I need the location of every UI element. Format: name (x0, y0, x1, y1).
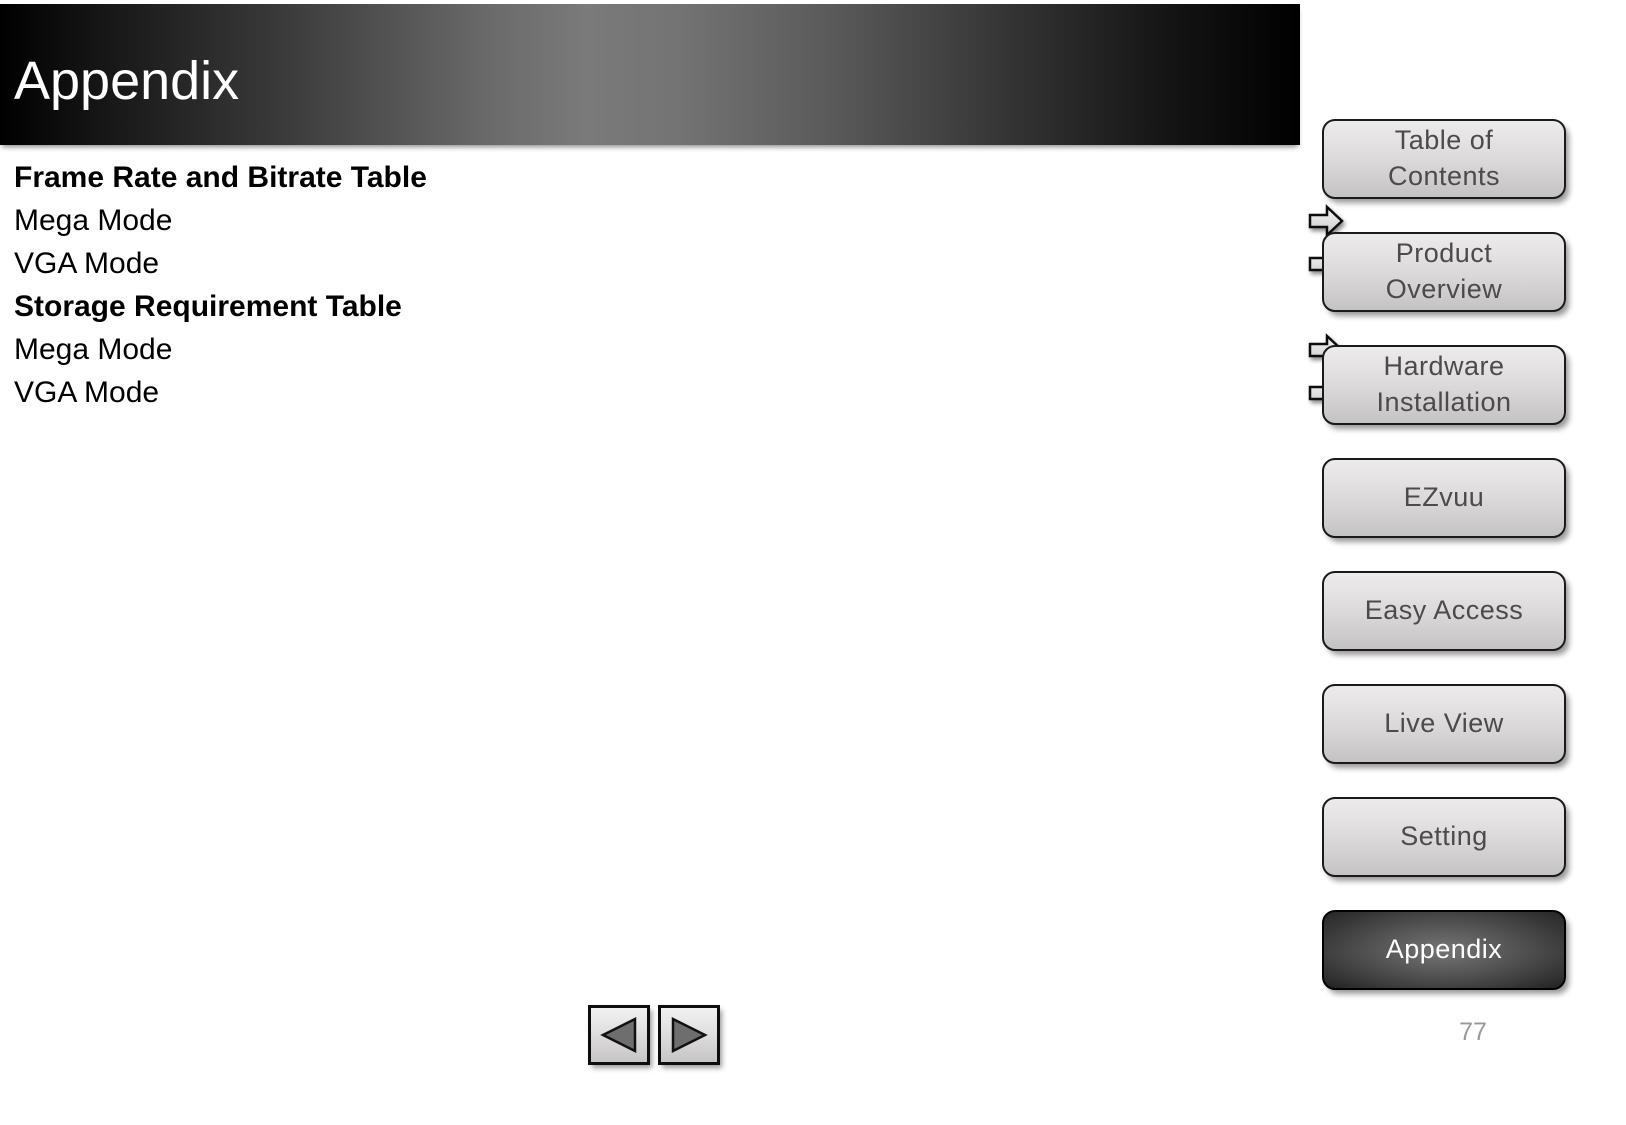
previous-slide-button[interactable] (588, 1005, 650, 1065)
sidebar-item-label: Product Overview (1385, 238, 1503, 304)
sidebar-item-label: Setting (1400, 821, 1488, 852)
sidebar-item-setting[interactable]: Setting (1322, 797, 1566, 877)
triangle-left-icon (599, 1015, 639, 1055)
sidebar-item-label: Easy Access (1364, 595, 1524, 626)
list-item-label: Mega Mode (14, 333, 173, 366)
list-item-label: Mega Mode (14, 204, 173, 237)
section-navigation-sidebar: Table of Contents Product Overview Hardwar… (1322, 0, 1618, 1125)
slide-title-banner: Appendix (0, 4, 1300, 145)
list-item: Storage Requirement Table (14, 285, 1244, 328)
sidebar-item-live-view[interactable]: Live View (1322, 684, 1566, 764)
list-item: Frame Rate and Bitrate Table (14, 156, 1244, 199)
slide-pager (588, 1005, 720, 1065)
slide-canvas: Appendix Frame Rate and Bitrate Table Meg… (0, 0, 1626, 1125)
list-item-label: VGA Mode (14, 247, 160, 280)
sidebar-item-product-overview[interactable]: Product Overview (1322, 232, 1566, 312)
sidebar-item-hardware-installation[interactable]: Hardware Installation (1322, 345, 1566, 425)
sidebar-item-label: Appendix (1385, 934, 1503, 965)
list-item[interactable]: VGA Mode (14, 242, 1344, 285)
next-slide-button[interactable] (658, 1005, 720, 1065)
list-item-label: Storage Requirement Table (14, 290, 402, 323)
list-item-label: VGA Mode (14, 376, 160, 409)
triangle-right-icon (669, 1015, 709, 1055)
sidebar-item-label: Table of Contents (1387, 125, 1501, 191)
sidebar-item-easy-access[interactable]: Easy Access (1322, 571, 1566, 651)
sidebar-item-table-of-contents[interactable]: Table of Contents (1322, 119, 1566, 199)
sidebar-item-label: Live View (1384, 708, 1504, 739)
list-item[interactable]: VGA Mode (14, 371, 1344, 414)
sidebar-item-label: Hardware Installation (1376, 351, 1512, 417)
sidebar-item-ezvuu[interactable]: EZvuu (1322, 458, 1566, 538)
page-number: 77 (1459, 1018, 1487, 1046)
list-item-label: Frame Rate and Bitrate Table (14, 161, 427, 194)
page-title: Appendix (14, 51, 240, 111)
sidebar-item-appendix[interactable]: Appendix (1322, 910, 1566, 990)
sidebar-item-label: EZvuu (1403, 482, 1485, 513)
list-item[interactable]: Mega Mode (14, 199, 1344, 242)
appendix-topic-list: Frame Rate and Bitrate Table Mega Mode VGA… (14, 156, 1344, 414)
list-item[interactable]: Mega Mode (14, 328, 1344, 371)
